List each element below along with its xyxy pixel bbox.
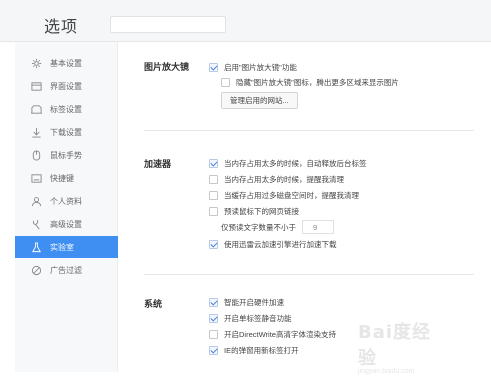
watermark: Bai度经验 jingyan.baidu.com — [358, 318, 448, 375]
system-hw-accel-option[interactable]: 智能开启硬件加速 — [209, 296, 284, 308]
option-label: 开启单标签静音功能 — [224, 313, 292, 323]
keyboard-icon — [31, 173, 42, 184]
page-title: 选项 — [44, 19, 79, 36]
option-label: 智能开启硬件加速 — [224, 297, 284, 307]
checkbox[interactable] — [209, 206, 218, 216]
sidebar-item-label: 下载设置 — [50, 127, 82, 137]
option-label: 当内存占用太多的时候，自动释放后台标签 — [224, 158, 367, 168]
system-mute-tab-option[interactable]: 开启单标签静音功能 — [209, 312, 292, 324]
section-label-accelerator: 加速器 — [144, 159, 172, 169]
section-label-system: 系统 — [144, 299, 163, 309]
accel-remind-memory-option[interactable]: 当内存占用太多的时候，提醒我清理 — [209, 173, 344, 185]
prefetch-threshold-label: 仅预读文字数量不小于 — [221, 222, 296, 232]
lab-icon — [31, 241, 42, 253]
checkbox[interactable] — [209, 190, 218, 200]
gear-icon — [31, 58, 42, 69]
sidebar-item-label: 标签设置 — [50, 104, 82, 114]
search-input[interactable] — [110, 16, 226, 33]
sidebar-item-label: 鼠标手势 — [50, 150, 82, 160]
option-label: 开启DirectWrite高清字体渲染支持 — [224, 329, 336, 339]
checkbox-checked[interactable] — [209, 239, 218, 249]
watermark-sub: jingyan.baidu.com — [358, 368, 415, 375]
sidebar-item-basic[interactable]: 基本设置 — [15, 52, 118, 74]
sidebar-item-advanced[interactable]: 高级设置 — [15, 213, 118, 235]
checkbox-checked[interactable] — [209, 62, 218, 72]
sidebar-item-label: 基本设置 — [50, 58, 82, 68]
magnifier-enable-option[interactable]: 启用"图片放大镜"功能 — [209, 61, 297, 73]
option-label: 隐藏"图片放大镜"图标，腾出更多区域来显示图片 — [236, 77, 399, 87]
section-label-magnifier: 图片放大镜 — [144, 62, 190, 72]
sidebar-item-label: 个人资料 — [50, 196, 82, 206]
sidebar-item-download[interactable]: 下载设置 — [15, 121, 118, 143]
sidebar-item-adblock[interactable]: 广告过滤 — [15, 259, 118, 281]
sidebar-item-label: 高级设置 — [50, 219, 82, 229]
checkbox-checked[interactable] — [209, 345, 218, 355]
sidebar-item-profile[interactable]: 个人资料 — [15, 190, 118, 212]
advanced-icon — [31, 219, 42, 230]
accel-remind-cache-option[interactable]: 当缓存占用过多磁盘空间时，提醒我清理 — [209, 189, 359, 201]
accel-prefetch-option[interactable]: 预读鼠标下的网页链接 — [209, 205, 299, 217]
manage-sites-button[interactable]: 管理启用的网站... — [221, 92, 298, 109]
option-label: IE的弹窗用新标签打开 — [224, 345, 299, 355]
tag-icon — [31, 104, 42, 115]
checkbox[interactable] — [209, 329, 218, 339]
checkbox-checked[interactable] — [209, 158, 218, 168]
prefetch-threshold-row: 仅预读文字数量不小于 9 — [221, 220, 334, 234]
watermark-main: Bai度经验 — [358, 322, 432, 369]
sidebar-item-shortcut[interactable]: 快捷键 — [15, 167, 118, 189]
magnifier-hide-icon-option[interactable]: 隐藏"图片放大镜"图标，腾出更多区域来显示图片 — [221, 76, 399, 88]
header: 选项 — [0, 0, 491, 42]
sidebar-item-gesture[interactable]: 鼠标手势 — [15, 144, 118, 166]
sidebar-item-label: 实验室 — [50, 242, 74, 252]
option-label: 当内存占用太多的时候，提醒我清理 — [224, 174, 344, 184]
divider — [144, 130, 474, 131]
option-label: 使用迅雷云加速引擎进行加速下载 — [224, 239, 337, 249]
accel-xunlei-option[interactable]: 使用迅雷云加速引擎进行加速下载 — [209, 238, 337, 250]
system-ie-popup-option[interactable]: IE的弹窗用新标签打开 — [209, 344, 299, 356]
sidebar: 基本设置 界面设置 标签设置 下载设置 鼠标手势 快捷键 个人资料 高级设置 实… — [15, 42, 118, 372]
divider — [144, 274, 474, 275]
download-icon — [31, 127, 42, 138]
sidebar-item-lab[interactable]: 实验室 — [15, 236, 118, 258]
prefetch-threshold-input[interactable]: 9 — [302, 220, 334, 234]
sidebar-item-label: 界面设置 — [50, 81, 82, 91]
option-label: 启用"图片放大镜"功能 — [224, 62, 297, 72]
sidebar-item-interface[interactable]: 界面设置 — [15, 75, 118, 97]
checkbox-checked[interactable] — [209, 313, 218, 323]
checkbox-checked[interactable] — [209, 297, 218, 307]
block-icon — [31, 265, 42, 276]
window-icon — [31, 81, 42, 92]
system-directwrite-option[interactable]: 开启DirectWrite高清字体渲染支持 — [209, 328, 336, 340]
mouse-icon — [31, 149, 42, 161]
option-label: 当缓存占用过多磁盘空间时，提醒我清理 — [224, 190, 359, 200]
sidebar-item-label: 快捷键 — [50, 173, 74, 183]
sidebar-item-label: 广告过滤 — [50, 265, 82, 275]
user-icon — [31, 196, 42, 207]
option-label: 预读鼠标下的网页链接 — [224, 206, 299, 216]
checkbox[interactable] — [221, 77, 230, 87]
accel-auto-release-option[interactable]: 当内存占用太多的时候，自动释放后台标签 — [209, 157, 367, 169]
checkbox[interactable] — [209, 174, 218, 184]
sidebar-item-tabs[interactable]: 标签设置 — [15, 98, 118, 120]
